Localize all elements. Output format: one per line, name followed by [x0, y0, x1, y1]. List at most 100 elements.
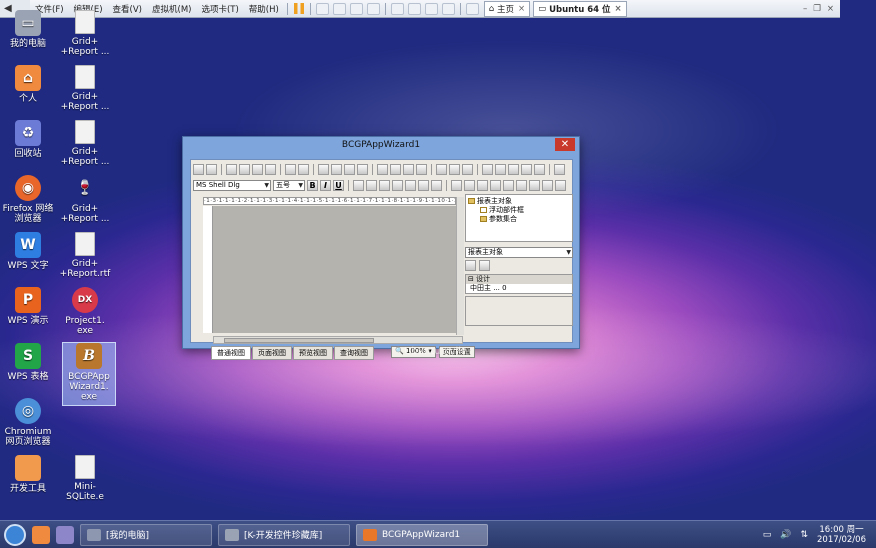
rect-tool-icon[interactable]	[555, 179, 566, 191]
menu-help[interactable]: 帮助(H)	[244, 3, 284, 15]
font-combo[interactable]: MS Shell Dlg	[193, 179, 271, 191]
align-bottom-icon[interactable]	[390, 163, 401, 175]
delete-icon[interactable]	[265, 163, 276, 175]
thumbnail-icon[interactable]	[407, 2, 421, 15]
quick-launch-folder-icon[interactable]	[56, 525, 74, 544]
align-middle-icon[interactable]	[377, 163, 388, 175]
size-combo[interactable]: 五号	[273, 179, 305, 191]
line-tool-icon[interactable]	[542, 179, 553, 191]
close-icon[interactable]: ×	[518, 4, 525, 14]
snapshot-icon[interactable]	[332, 2, 346, 15]
pause-icon[interactable]	[293, 3, 304, 14]
save-icon[interactable]	[206, 163, 217, 175]
center-h-icon[interactable]	[495, 163, 506, 175]
tab-query-view[interactable]: 查询视图	[334, 346, 374, 360]
tab-page-view[interactable]: 页面视图	[252, 346, 292, 360]
text-top-icon[interactable]	[405, 179, 416, 191]
copy-icon[interactable]	[239, 163, 250, 175]
text-justify-icon[interactable]	[392, 179, 403, 191]
close-icon[interactable]: ×	[827, 4, 834, 14]
image-tool-icon[interactable]	[464, 179, 475, 191]
tree-node-params[interactable]: 参数集合	[468, 215, 570, 224]
box-tool-icon[interactable]	[516, 179, 527, 191]
edit-tool-icon[interactable]	[529, 179, 540, 191]
align-left-icon[interactable]	[318, 163, 329, 175]
window-titlebar[interactable]: BCGPAppWizard1 ✕	[183, 137, 579, 153]
send-back-icon[interactable]	[534, 163, 545, 175]
desktop-icon-wps-writer[interactable]: W WPS 文字	[1, 232, 55, 271]
more-icon[interactable]	[554, 163, 565, 175]
property-grid[interactable]: ⊟ 设计 中田主 ... 0	[465, 274, 573, 294]
subreport-tool-icon[interactable]	[503, 179, 514, 191]
paste-icon[interactable]	[252, 163, 263, 175]
cut-icon[interactable]	[226, 163, 237, 175]
tab-preview-view[interactable]: 预览视图	[293, 346, 333, 360]
center-v-icon[interactable]	[508, 163, 519, 175]
underline-button[interactable]: U	[333, 179, 344, 191]
menu-view[interactable]: 查看(V)	[108, 3, 147, 15]
send-keys-icon[interactable]	[315, 2, 329, 15]
close-button[interactable]: ✕	[555, 138, 575, 151]
object-selector-combo[interactable]: 报表主对象	[465, 247, 573, 258]
clock[interactable]: 16:00 周一 2017/02/06	[817, 525, 866, 545]
snap-icon[interactable]	[449, 163, 460, 175]
volume-icon[interactable]: 🔊	[780, 530, 791, 540]
space-v-icon[interactable]	[482, 163, 493, 175]
text-align-right-icon[interactable]	[379, 179, 390, 191]
fullscreen-icon[interactable]	[424, 2, 438, 15]
close-icon[interactable]: ×	[615, 4, 622, 14]
app-window[interactable]: BCGPAppWizard1 ✕ MS Shell Dlg ▼ 五号 ▼ B I…	[182, 136, 580, 360]
desktop-icon-trash[interactable]: ♻ 回收站	[1, 120, 55, 159]
console-view-icon[interactable]	[465, 2, 479, 15]
redo-icon[interactable]	[298, 163, 309, 175]
text-bottom-icon[interactable]	[431, 179, 442, 191]
unity-icon[interactable]	[441, 2, 455, 15]
desktop-file-gridreport-3[interactable]: Grid+ +Report ...	[58, 120, 112, 167]
taskbar-item-bcgpappwizard[interactable]: BCGPAppWizard1	[356, 523, 488, 546]
taskbar-item-computer[interactable]: [我的电脑]	[80, 523, 212, 546]
grid-icon[interactable]	[436, 163, 447, 175]
desktop-file-gridreport-2[interactable]: Grid+ +Report ...	[58, 65, 112, 112]
snapshot-manager-icon[interactable]	[366, 2, 380, 15]
desktop-icon-wps-presentation[interactable]: P WPS 演示	[1, 287, 55, 326]
categorized-icon[interactable]	[465, 260, 476, 271]
tree-node-floating[interactable]: 浮动部件框	[468, 206, 570, 215]
same-height-icon[interactable]	[416, 163, 427, 175]
align-center-icon[interactable]	[331, 163, 342, 175]
undo-icon[interactable]	[285, 163, 296, 175]
property-category[interactable]: ⊟ 设计	[466, 275, 572, 284]
desktop-icon-dev-tools[interactable]: 开发工具	[1, 455, 55, 494]
desktop-file-gridreport-4[interactable]: 🍷 Grid+ +Report ...	[58, 175, 112, 224]
space-h-icon[interactable]	[462, 163, 473, 175]
desktop-file-project1[interactable]: DX Project1. exe	[58, 287, 112, 336]
horizontal-scrollbar[interactable]	[213, 336, 463, 344]
align-right-icon[interactable]	[344, 163, 355, 175]
desktop-file-minisqlite[interactable]: Mini- SQLite.e	[58, 455, 112, 502]
align-top-icon[interactable]	[357, 163, 368, 175]
vertical-scrollbar[interactable]	[456, 197, 464, 335]
report-design-area[interactable]	[213, 206, 463, 333]
object-tree[interactable]: 报表主对象 浮动部件框 参数集合	[465, 194, 573, 242]
text-middle-icon[interactable]	[418, 179, 429, 191]
tab-normal-view[interactable]: 普通视图	[211, 346, 251, 360]
scroll-thumb[interactable]	[224, 338, 374, 343]
desktop-icon-chromium[interactable]: ◎ Chromium 网页浏览器	[1, 398, 55, 447]
start-menu-icon[interactable]	[4, 523, 26, 546]
desktop-icon-computer[interactable]: ▭ 我的电脑	[1, 10, 55, 49]
property-row[interactable]: 中田主 ... 0	[466, 284, 572, 293]
italic-button[interactable]: I	[320, 179, 331, 191]
revert-snapshot-icon[interactable]	[349, 2, 363, 15]
tab-home[interactable]: ⌂ 主页 ×	[483, 0, 531, 17]
taskbar-item-folder[interactable]: [K-开发控件珍藏库]	[218, 523, 350, 546]
tab-ubuntu[interactable]: ▭ Ubuntu 64 位 ×	[533, 0, 627, 17]
bold-button[interactable]: B	[307, 179, 318, 191]
alphabetical-icon[interactable]	[479, 260, 490, 271]
desktop-file-bcgpappwizard[interactable]: B BCGPApp Wizard1. exe	[62, 342, 116, 406]
desktop-file-gridreport-1[interactable]: Grid+ +Report ...	[58, 10, 112, 57]
barcode-tool-icon[interactable]	[490, 179, 501, 191]
desktop-icon-wps-spreadsheet[interactable]: S WPS 表格	[1, 343, 55, 382]
chart-tool-icon[interactable]	[477, 179, 488, 191]
menu-vm[interactable]: 虚拟机(M)	[147, 3, 196, 15]
restore-icon[interactable]: ❐	[813, 4, 821, 14]
text-align-center-icon[interactable]	[366, 179, 377, 191]
